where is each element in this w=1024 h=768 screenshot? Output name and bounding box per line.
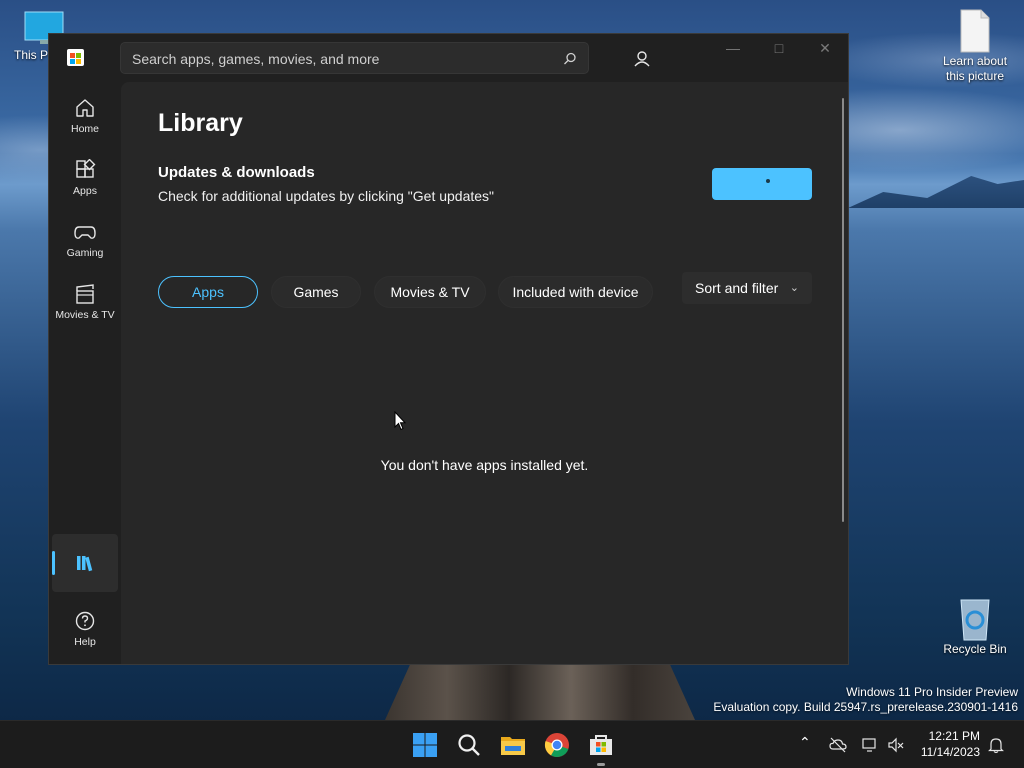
filter-apps[interactable]: Apps (158, 276, 258, 308)
clock-time: 12:21 PM (928, 729, 980, 743)
nav-item-movies-tv[interactable]: Movies & TV (52, 273, 118, 331)
nav-item-help[interactable]: Help (52, 600, 118, 658)
nav-item-home[interactable]: Home (52, 87, 118, 145)
apps-icon (76, 159, 96, 178)
controller-icon (74, 226, 96, 239)
get-updates-button[interactable] (712, 168, 812, 200)
chevron-down-icon: ⌄ (789, 282, 799, 294)
wallpaper-pier (385, 665, 695, 720)
desktop-icon-learn-picture[interactable]: Learn about this picture (936, 8, 1014, 84)
help-icon (75, 611, 95, 631)
empty-state-message: You don't have apps installed yet. (380, 457, 589, 473)
nav-item-apps[interactable]: Apps (52, 149, 118, 207)
search-icon[interactable] (562, 51, 578, 67)
updates-description: Check for additional updates by clicking… (158, 188, 495, 204)
desktop-icon-label: Recycle Bin (943, 642, 1007, 656)
clapperboard-icon (76, 284, 94, 304)
sort-and-filter-dropdown[interactable]: Sort and filter ⌄ (682, 272, 812, 304)
nav-item-label: Home (70, 123, 99, 135)
sort-label: Sort and filter (695, 280, 779, 296)
network-icon[interactable] (861, 736, 879, 754)
nav-item-library[interactable] (52, 534, 118, 592)
library-page: Library Updates & downloads Check for ad… (121, 82, 848, 664)
volume-muted-icon[interactable] (887, 736, 905, 754)
start-icon[interactable] (411, 731, 439, 759)
nav-item-label: Movies & TV (55, 309, 115, 321)
evaluation-watermark: Windows 11 Pro Insider Preview Evaluatio… (713, 685, 1018, 715)
clock-date: 11/14/2023 (920, 745, 980, 759)
library-icon (77, 556, 93, 572)
running-indicator (597, 763, 605, 766)
filter-movies-tv[interactable]: Movies & TV (374, 276, 486, 308)
home-icon (76, 99, 94, 117)
recycle-bin-icon (960, 599, 990, 641)
watermark-line-1: Windows 11 Pro Insider Preview (846, 685, 1018, 699)
active-indicator (52, 551, 55, 575)
search-icon[interactable] (455, 731, 483, 759)
nav-item-label: Help (74, 636, 96, 648)
notification-bell-icon[interactable] (988, 736, 1004, 754)
title-bar[interactable]: Search apps, games, movies, and more — □… (49, 34, 848, 82)
chevron-up-icon[interactable]: ⌃ (799, 734, 811, 751)
file-explorer-icon[interactable] (499, 731, 527, 759)
nav-item-label: Gaming (66, 247, 104, 259)
document-icon (960, 9, 990, 53)
scrollbar[interactable] (842, 98, 844, 522)
profile-icon[interactable] (629, 46, 655, 72)
minimize-button[interactable]: — (718, 40, 748, 60)
close-button[interactable]: ✕ (810, 40, 840, 60)
mouse-cursor-icon (394, 411, 406, 431)
desktop-icon-label: Learn about this picture (942, 54, 1008, 83)
store-logo-icon (67, 49, 84, 66)
search-box[interactable]: Search apps, games, movies, and more (120, 42, 589, 74)
watermark-line-2: Evaluation copy. Build 25947.rs_prerelea… (713, 700, 1018, 714)
desktop-icon-recycle-bin[interactable]: Recycle Bin (936, 596, 1014, 657)
clock[interactable]: 12:21 PM 11/14/2023 (912, 728, 980, 760)
page-title: Library (158, 109, 243, 137)
filter-games[interactable]: Games (271, 276, 361, 308)
search-input[interactable]: Search apps, games, movies, and more (132, 51, 379, 67)
taskbar: ⌃ 12:21 PM 11/14/2023 (0, 720, 1024, 768)
store-icon[interactable] (587, 731, 615, 759)
updates-title: Updates & downloads (158, 164, 315, 181)
nav-item-gaming[interactable]: Gaming (52, 211, 118, 269)
chrome-icon[interactable] (543, 731, 571, 759)
onedrive-icon[interactable] (829, 737, 847, 753)
nav-item-label: Apps (73, 185, 97, 197)
filter-included-with-device[interactable]: Included with device (498, 276, 653, 308)
store-window: Search apps, games, movies, and more — □… (48, 33, 849, 665)
maximize-button[interactable]: □ (764, 40, 794, 60)
side-navigation: Home Apps Gaming Movies & TV Help (49, 82, 121, 664)
loading-spinner-icon (766, 179, 770, 183)
